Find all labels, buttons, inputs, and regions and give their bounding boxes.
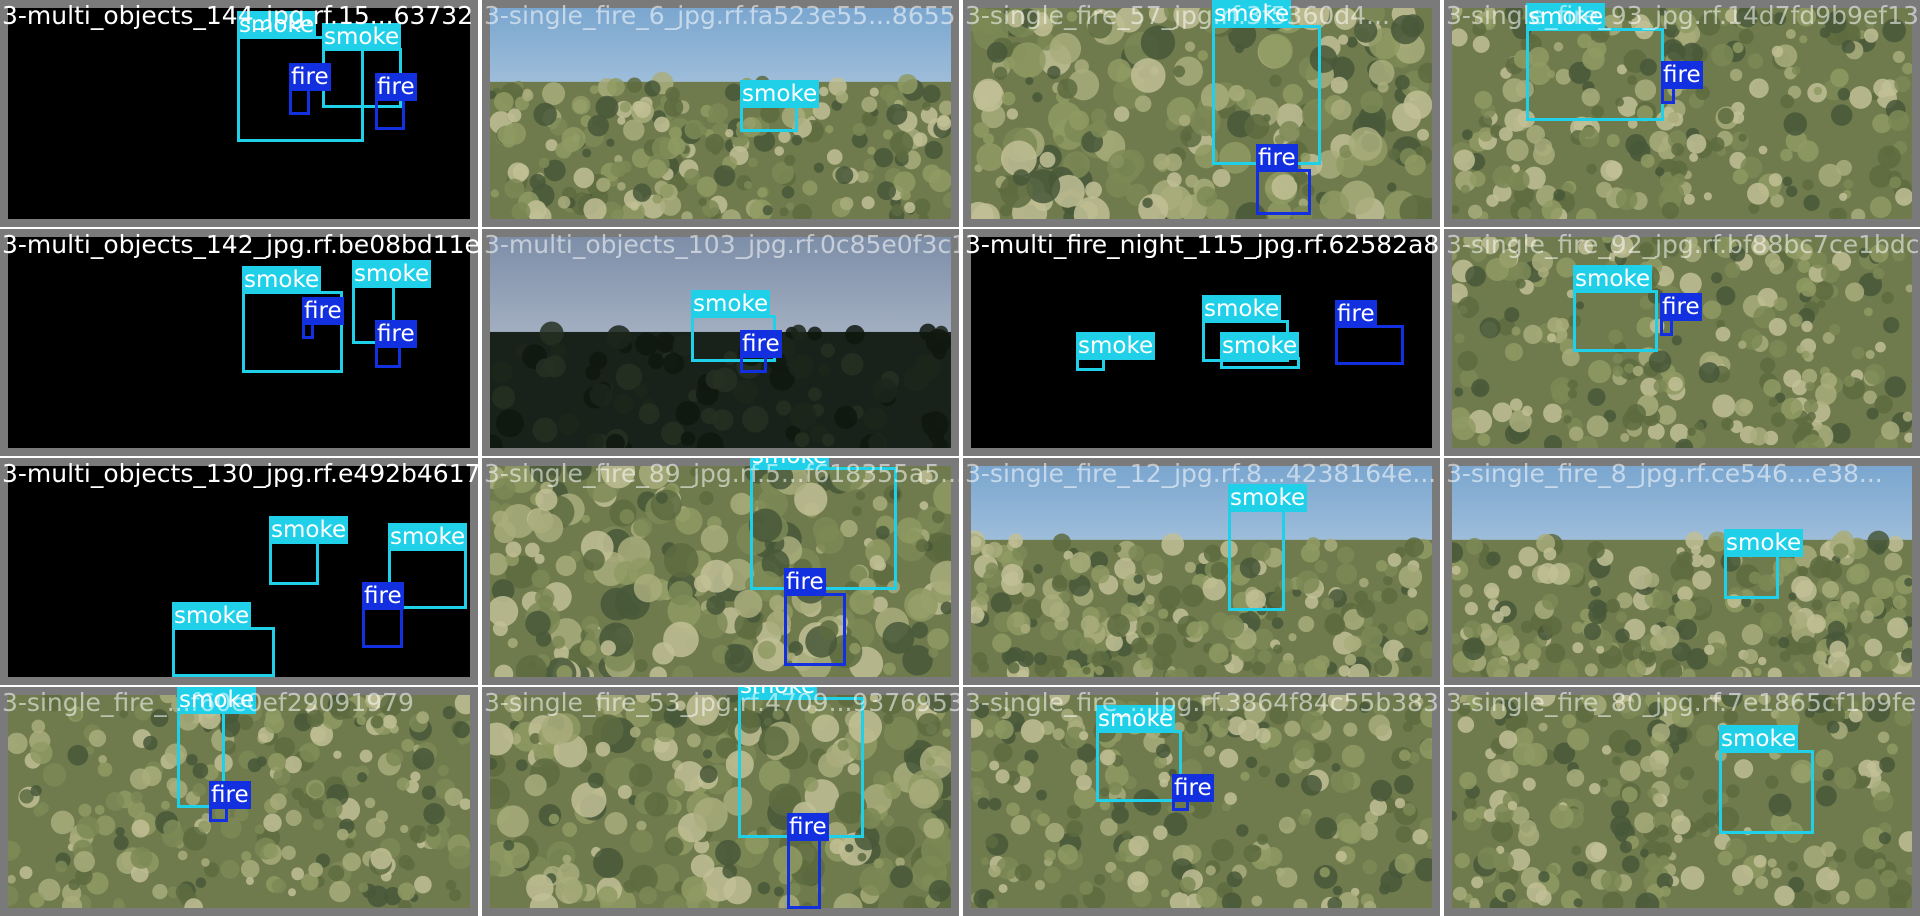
scene-image [1452, 695, 1912, 908]
image-tile: 3-multi_objects_130_jpg.rf.e492b4617... s… [0, 458, 478, 685]
smoke-label: smoke [322, 23, 402, 51]
image-tile: 3-single_fire_12_jpg.rf.8...4238164e... s… [963, 458, 1440, 685]
fire-detection-box: fire [1661, 61, 1703, 104]
smoke-label: smoke [388, 523, 468, 551]
fire-label: fire [787, 813, 829, 841]
fire-label: fire [289, 63, 331, 91]
image-tile: 3-single_fire_92_jpg.rf.bf88bc7ce1bdc smo… [1444, 229, 1920, 456]
image-tile: 3-single_fire_6_jpg.rf.fa523e55...8655 sm… [482, 0, 959, 227]
smoke-detection-box: smoke [1526, 3, 1664, 121]
fire-detection-box: fire [209, 781, 251, 822]
detection-grid: 3-multi_objects_144_jpg.rf.15...63732 smo… [0, 0, 1920, 916]
smoke-label: smoke [1202, 295, 1282, 323]
smoke-detection-box: smoke [1724, 529, 1804, 599]
fire-detection-box: fire [740, 330, 782, 373]
image-tile: 3-multi_objects_103_jpg.rf.0c85e0f3c11a s… [482, 229, 959, 456]
scene-image [971, 466, 1432, 677]
smoke-detection-box: smoke [1096, 705, 1182, 802]
fire-detection-box: fire [362, 582, 404, 648]
fire-label: fire [1256, 144, 1298, 172]
scene-image [490, 695, 951, 908]
fire-label: fire [1335, 300, 1377, 328]
fire-label: fire [784, 568, 826, 596]
fire-detection-box: fire [289, 63, 331, 115]
image-tile: 3-single_fire_80_jpg.rf.7e1865cf1b9fe smo… [1444, 687, 1920, 916]
image-tile: 3-single_fire_...f60e0ef29091979 smoke fir… [0, 687, 478, 916]
image-tile: 3-single_fire_93_jpg.rf.14d7fd9b9ef13 smo… [1444, 0, 1920, 227]
fire-label: fire [375, 73, 417, 101]
fire-detection-box: fire [375, 73, 417, 130]
fire-label: fire [209, 781, 251, 809]
fire-detection-box: fire [1172, 774, 1214, 811]
image-tile: 3-single_fire_...jpg.rf.3864f84c55b383..… [963, 687, 1440, 916]
smoke-label: smoke [1724, 529, 1804, 557]
smoke-label: smoke [1719, 725, 1799, 753]
image-tile: 3-single_fire_53_jpg.rf.4709...9376953bb… [482, 687, 959, 916]
fire-label: fire [1661, 61, 1703, 89]
smoke-label: smoke [691, 290, 771, 318]
smoke-label: smoke [1220, 332, 1300, 360]
fire-label: fire [302, 297, 344, 325]
smoke-label: smoke [352, 260, 432, 288]
fire-detection-box: fire [375, 320, 417, 368]
smoke-label: smoke [1526, 3, 1606, 31]
fire-label: fire [1172, 774, 1214, 802]
fire-label: fire [375, 320, 417, 348]
smoke-label: smoke [237, 11, 317, 39]
image-tile: 3-single_fire_57_jpg.rf.3f5360d4... smoke… [963, 0, 1440, 227]
smoke-label: smoke [242, 266, 322, 294]
fire-label: fire [740, 330, 782, 358]
smoke-label: smoke [750, 458, 830, 470]
smoke-detection-box: smoke [269, 516, 349, 585]
smoke-label: smoke [1076, 332, 1156, 360]
smoke-label: smoke [172, 602, 252, 630]
fire-detection-box: fire [1256, 144, 1311, 215]
fire-label: fire [362, 582, 404, 610]
scene-image [1452, 466, 1912, 677]
smoke-detection-box: smoke [1228, 484, 1308, 611]
fire-detection-box: fire [302, 297, 344, 339]
smoke-label: smoke [740, 80, 820, 108]
image-tile: 3-single_fire_89_jpg.rf.5...f618355a5...… [482, 458, 959, 685]
smoke-label: smoke [1096, 705, 1176, 733]
smoke-label: smoke [1212, 0, 1292, 28]
fire-detection-box: fire [784, 568, 846, 666]
smoke-label: smoke [1573, 265, 1653, 293]
scene-image [971, 8, 1432, 219]
fire-detection-box: fire [787, 813, 829, 909]
image-tile: 3-multi_objects_144_jpg.rf.15...63732 smo… [0, 0, 478, 227]
smoke-detection-box: smoke [740, 80, 820, 132]
fire-label: fire [1660, 293, 1702, 321]
image-tile: 3-single_fire_8_jpg.rf.ce546...e38... smo… [1444, 458, 1920, 685]
scene-image [1452, 237, 1912, 448]
scene-image [490, 8, 951, 219]
smoke-label: smoke [1228, 484, 1308, 512]
smoke-detection-box: smoke [172, 602, 275, 677]
smoke-label: smoke [177, 687, 257, 714]
smoke-detection-box: smoke [1076, 332, 1156, 371]
smoke-detection-box: smoke [1220, 332, 1300, 369]
fire-detection-box: fire [1660, 293, 1702, 336]
smoke-label: smoke [738, 687, 818, 700]
image-tile: 3-multi_fire_night_115_jpg.rf.62582a82..… [963, 229, 1440, 456]
smoke-detection-box: smoke [1719, 725, 1814, 834]
smoke-detection-box: smoke [1573, 265, 1658, 352]
scene-image [1452, 8, 1912, 219]
smoke-label: smoke [269, 516, 349, 544]
fire-detection-box: fire [1335, 300, 1404, 365]
image-tile: 3-multi_objects_142_jpg.rf.be08bd11e7c4 s… [0, 229, 478, 456]
